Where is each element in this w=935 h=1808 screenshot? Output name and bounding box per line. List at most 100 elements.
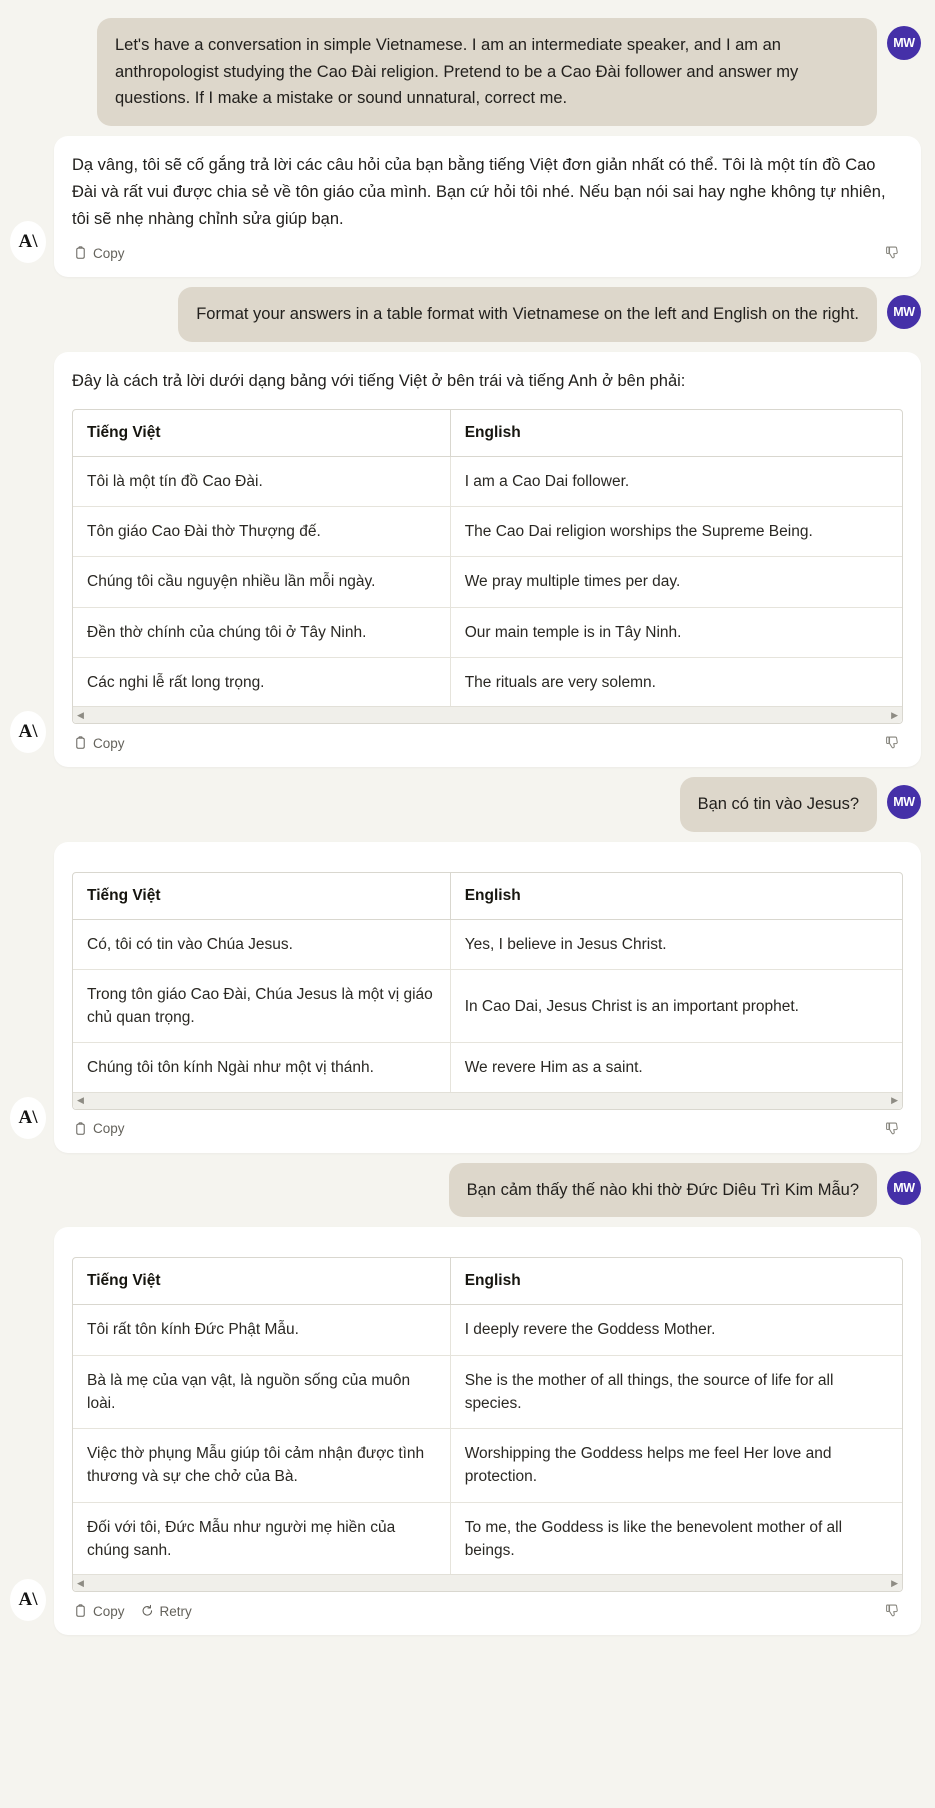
table-cell: The rituals are very solemn. <box>464 673 656 691</box>
avatar-user[interactable]: MW <box>887 26 921 60</box>
copy-button[interactable]: Copy <box>74 1604 125 1619</box>
user-message-row: Let's have a conversation in simple Viet… <box>0 18 935 127</box>
table-cell: Chúng tôi cầu nguyện nhiều lần mỗi ngày. <box>73 556 451 608</box>
message-actions: Copy Retry <box>72 1592 903 1631</box>
table-cell: To me, the Goddess is like the benevolen… <box>464 1518 843 1559</box>
message-actions-left: Copy <box>74 736 125 751</box>
table-cell: Có, tôi có tin vào Chúa Jesus. <box>73 919 451 970</box>
copy-button[interactable]: Copy <box>74 736 125 751</box>
assistant-message-bubble: Dạ vâng, tôi sẽ cố gắng trả lời các câu … <box>54 136 921 278</box>
chat-conversation: Let's have a conversation in simple Viet… <box>0 0 935 1645</box>
copy-button-label: Copy <box>93 735 125 751</box>
table-cell: Trong tôn giáo Cao Đài, Chúa Jesus là mộ… <box>73 969 451 1044</box>
table-row: Bà là mẹ của vạn vật, là nguồn sống của … <box>73 1355 902 1430</box>
copy-button[interactable]: Copy <box>74 1121 125 1136</box>
clipboard-icon <box>74 246 87 260</box>
translation-table-wrapper: Tiếng Việt English Tôi là một tín đồ Cao Đ… <box>72 408 903 724</box>
retry-icon <box>141 1604 154 1618</box>
table-header-row: Tiếng Việt English <box>73 872 902 920</box>
table-row: Chúng tôi tôn kính Ngài như một vị thánh… <box>73 1042 902 1093</box>
user-message-row: Format your answers in a table format wi… <box>0 287 935 343</box>
assistant-message-row: A\ Tiếng Việt English Có, tôi có tin vào Ch… <box>0 841 935 1153</box>
table-header-cell: English <box>450 1258 902 1306</box>
copy-button-label: Copy <box>93 1603 125 1619</box>
table-row: Đối với tôi, Đức Mẫu như người mẹ hiền c… <box>73 1502 902 1576</box>
table-row: Trong tôn giáo Cao Đài, Chúa Jesus là mộ… <box>73 969 902 1044</box>
retry-button-label: Retry <box>159 1603 192 1619</box>
scroll-right-arrow-icon[interactable]: ▶ <box>891 1578 898 1588</box>
assistant-message-bubble: Đây là cách trả lời dưới dạng bảng với t… <box>54 352 921 767</box>
table-header-row: Tiếng Việt English <box>73 409 902 457</box>
user-message-bubble: Format your answers in a table format wi… <box>178 287 877 343</box>
avatar-assistant: A\ <box>10 1096 46 1139</box>
table-cell: Đền thờ chính của chúng tôi ở Tây Ninh. <box>73 607 451 658</box>
assistant-message-bubble: Tiếng Việt English Có, tôi có tin vào Chúa… <box>54 841 921 1153</box>
message-actions: Copy <box>72 1110 903 1149</box>
table-cell: Bà là mẹ của vạn vật, là nguồn sống của … <box>73 1355 451 1430</box>
user-message-bubble: Bạn có tin vào Jesus? <box>679 777 877 832</box>
thumbs-down-icon[interactable] <box>885 735 901 751</box>
avatar-user[interactable]: MW <box>887 1170 921 1205</box>
scroll-left-arrow-icon[interactable]: ◀ <box>77 710 84 720</box>
avatar-user[interactable]: MW <box>887 295 921 330</box>
thumbs-down-icon[interactable] <box>885 1603 901 1619</box>
scroll-left-arrow-icon[interactable]: ◀ <box>77 1096 84 1105</box>
table-cell: Worshipping the Goddess helps me feel He… <box>450 1428 902 1503</box>
assistant-message-row: A\ Đây là cách trả lời dưới dạng bảng với… <box>0 352 935 767</box>
assistant-message-text: Dạ vâng, tôi sẽ cố gắng trả lời các câu … <box>72 156 886 228</box>
table-cell: Chúng tôi tôn kính Ngài như một vị thánh… <box>73 1042 451 1093</box>
table-row: Có, tôi có tin vào Chúa Jesus. Yes, I bel… <box>73 919 902 970</box>
message-actions-left: Copy <box>74 1121 125 1136</box>
table-cell: I deeply revere the Goddess Mother. <box>450 1304 902 1356</box>
table-cell: Tôi là một tín đồ Cao Đài. <box>73 456 451 508</box>
clipboard-icon <box>74 1604 87 1618</box>
table-header-cell: English <box>450 409 902 457</box>
scroll-left-arrow-icon[interactable]: ◀ <box>77 1578 84 1588</box>
translation-table: Tiếng Việt English Tôi rất tôn kính Đức Ph… <box>73 1258 902 1576</box>
avatar-assistant: A\ <box>10 1579 46 1622</box>
table-row: Việc thờ phụng Mẫu giúp tôi cảm nhận đượ… <box>73 1428 902 1503</box>
table-row: Tôi rất tôn kính Đức Phật Mẫu. I deeply r… <box>73 1304 902 1356</box>
table-header-row: Tiếng Việt English <box>73 1258 902 1306</box>
assistant-message-text: Đây là cách trả lời dưới dạng bảng với t… <box>72 372 686 391</box>
table-row: Tôn giáo Cao Đài thờ Thượng đế. The Cao D… <box>73 506 902 558</box>
table-cell: We pray multiple times per day. <box>450 556 902 608</box>
avatar-assistant: A\ <box>10 711 46 753</box>
table-row: Đền thờ chính của chúng tôi ở Tây Ninh. O… <box>73 607 902 658</box>
user-message-bubble: Bạn cảm thấy thế nào khi thờ Đức Diêu Tr… <box>448 1162 877 1218</box>
copy-button[interactable]: Copy <box>74 246 125 261</box>
table-row: Tôi là một tín đồ Cao Đài. I am a Cao Dai… <box>73 456 902 508</box>
avatar-user[interactable]: MW <box>887 785 921 819</box>
table-header-cell: English <box>450 872 902 920</box>
table-cell: Our main temple is in Tây Ninh. <box>450 607 902 658</box>
table-horizontal-scrollbar[interactable]: ◀ ▶ <box>73 1574 902 1592</box>
clipboard-icon <box>74 736 87 750</box>
table-header-cell: Tiếng Việt <box>73 409 451 457</box>
table-header-cell: Tiếng Việt <box>73 872 451 920</box>
thumbs-down-icon[interactable] <box>885 245 901 261</box>
table-horizontal-scrollbar[interactable]: ◀ ▶ <box>73 706 902 723</box>
scroll-right-arrow-icon[interactable]: ▶ <box>891 710 898 720</box>
copy-button-label: Copy <box>93 1121 125 1137</box>
message-actions: Copy <box>72 724 903 763</box>
message-actions-left: Copy <box>74 246 125 261</box>
message-actions: Copy <box>72 234 903 273</box>
table-cell: The Cao Dai religion worships the Suprem… <box>450 506 902 558</box>
table-cell: Tôn giáo Cao Đài thờ Thượng đế. <box>73 506 451 558</box>
thumbs-down-icon[interactable] <box>885 1121 901 1137</box>
assistant-message-row: A\ Dạ vâng, tôi sẽ cố gắng trả lời các câ… <box>0 136 935 278</box>
translation-table-wrapper: Tiếng Việt English Có, tôi có tin vào Chúa… <box>72 871 903 1110</box>
table-row: Các nghi lễ rất long trọng. The rituals a… <box>73 657 902 707</box>
translation-table: Tiếng Việt English Tôi là một tín đồ Cao Đ… <box>73 409 902 707</box>
user-message-row: Bạn cảm thấy thế nào khi thờ Đức Diêu Tr… <box>0 1162 935 1218</box>
assistant-message-row: A\ Tiếng Việt English Tôi rất tôn kính Đức … <box>0 1227 935 1636</box>
clipboard-icon <box>74 1122 87 1136</box>
avatar-assistant: A\ <box>10 221 46 264</box>
table-cell: In Cao Dai, Jesus Christ is an important… <box>450 969 902 1044</box>
message-actions-left: Copy Retry <box>74 1604 192 1619</box>
table-horizontal-scrollbar[interactable]: ◀ ▶ <box>73 1091 902 1109</box>
scroll-right-arrow-icon[interactable]: ▶ <box>891 1096 898 1105</box>
table-cell: She is the mother of all things, the sou… <box>450 1355 902 1430</box>
retry-button[interactable]: Retry <box>141 1604 192 1619</box>
table-cell: Tôi rất tôn kính Đức Phật Mẫu. <box>73 1304 451 1356</box>
